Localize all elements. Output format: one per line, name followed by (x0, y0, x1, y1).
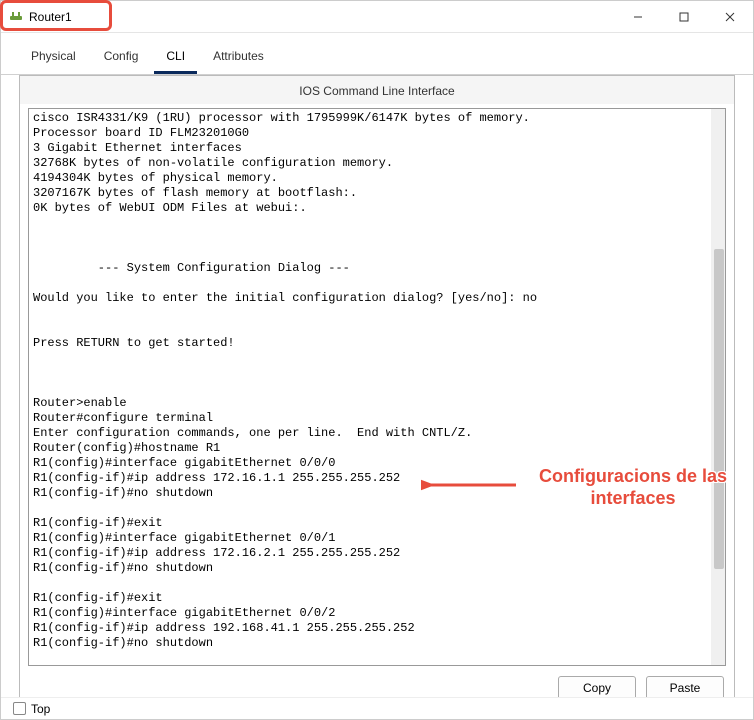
titlebar: Router1 (1, 1, 753, 33)
top-checkbox[interactable] (13, 702, 26, 715)
tab-physical[interactable]: Physical (19, 43, 88, 74)
terminal-container: cisco ISR4331/K9 (1RU) processor with 17… (28, 108, 726, 666)
minimize-button[interactable] (615, 1, 661, 32)
terminal-output[interactable]: cisco ISR4331/K9 (1RU) processor with 17… (29, 109, 725, 665)
maximize-button[interactable] (661, 1, 707, 32)
tab-bar: Physical Config CLI Attributes (1, 33, 753, 75)
top-label: Top (31, 702, 50, 716)
tab-config[interactable]: Config (92, 43, 151, 74)
tab-attributes[interactable]: Attributes (201, 43, 276, 74)
window-control-buttons (615, 1, 753, 32)
tab-cli[interactable]: CLI (154, 43, 197, 74)
footer-bar: Top (1, 697, 753, 719)
title-highlight-box (0, 0, 112, 31)
cli-panel: IOS Command Line Interface cisco ISR4331… (19, 75, 735, 711)
close-button[interactable] (707, 1, 753, 32)
scrollbar-thumb[interactable] (714, 249, 724, 569)
cli-header: IOS Command Line Interface (20, 76, 734, 104)
terminal-scrollbar[interactable] (711, 109, 725, 665)
